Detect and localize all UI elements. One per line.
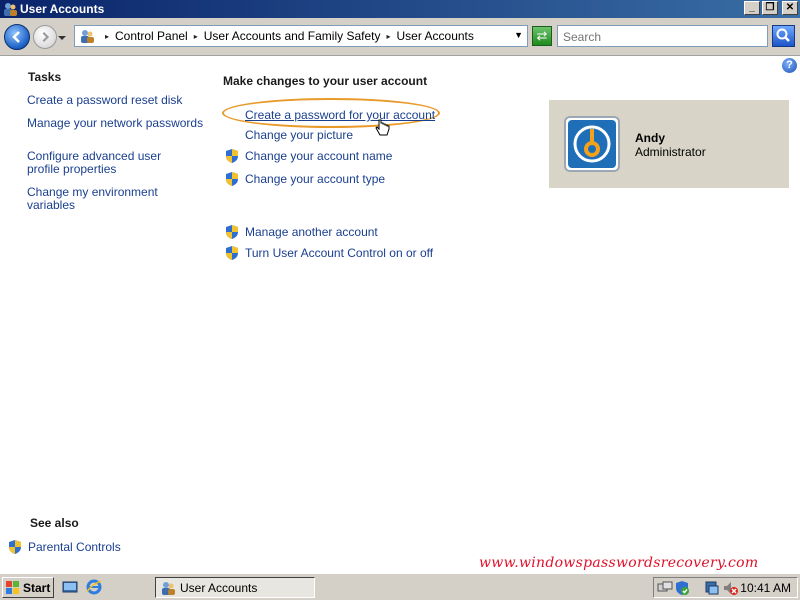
network-icon[interactable] [657, 580, 673, 596]
uac-shield-icon [226, 172, 238, 186]
page-title: Make changes to your user account [223, 74, 428, 88]
start-label: Start [23, 580, 51, 595]
address-bar[interactable]: ▸ Control Panel ▸ User Accounts and Fami… [74, 25, 528, 47]
windows-logo-icon [6, 580, 19, 594]
recent-pages-dropdown-icon[interactable] [58, 34, 66, 42]
chevron-right-icon[interactable]: ▸ [105, 32, 109, 41]
search-icon [776, 28, 790, 42]
refresh-button[interactable]: ⇄ [532, 26, 552, 46]
search-input[interactable] [561, 27, 765, 47]
shield-icon [9, 540, 21, 554]
user-accounts-icon [162, 581, 175, 595]
task-manage-network-passwords[interactable]: Manage your network passwords [27, 117, 207, 130]
internet-explorer-icon[interactable] [86, 579, 102, 595]
back-button[interactable] [4, 24, 30, 50]
create-password-label: Create a password for your account [245, 108, 436, 122]
task-configure-profile-properties[interactable]: Configure advanced user profile properti… [27, 150, 195, 176]
taskbar-user-accounts-button[interactable]: User Accounts [155, 577, 315, 598]
volume-muted-icon[interactable] [722, 580, 738, 596]
chevron-right-icon[interactable]: ▸ [387, 32, 391, 41]
see-also-heading: See also [30, 516, 79, 530]
window-title: User Accounts [20, 2, 105, 16]
task-create-password-reset-disk[interactable]: Create a password reset disk [27, 94, 207, 107]
change-account-type-label: Change your account type [245, 172, 386, 186]
breadcrumb-user-accounts[interactable]: User Accounts [397, 29, 474, 43]
breadcrumb-control-panel[interactable]: Control Panel [115, 29, 188, 43]
security-center-icon[interactable] [674, 580, 690, 596]
manage-another-account-link[interactable]: Manage another account [224, 224, 378, 240]
connection-icon[interactable] [704, 580, 720, 596]
change-account-name-link[interactable]: Change your account name [224, 148, 392, 164]
show-desktop-icon[interactable] [62, 579, 78, 595]
parental-controls-label: Parental Controls [28, 540, 121, 554]
create-password-link[interactable]: Create a password for your account [224, 107, 435, 123]
change-picture-label: Change your picture [245, 128, 354, 142]
search-field[interactable] [557, 25, 768, 47]
user-accounts-icon [4, 3, 17, 16]
turn-uac-on-off-label: Turn User Account Control on or off [245, 246, 434, 260]
uac-shield-icon [226, 149, 238, 163]
uac-shield-icon [226, 246, 238, 260]
control-panel-icon [81, 30, 94, 43]
account-name: Andy [635, 131, 665, 145]
system-tray: 10:41 AM [653, 577, 798, 598]
breadcrumb-user-accounts-family-safety[interactable]: User Accounts and Family Safety [204, 29, 381, 43]
tasks-heading: Tasks [28, 70, 62, 84]
taskbar: Start User Accounts 10:41 AM [0, 573, 800, 600]
chevron-right-icon[interactable]: ▸ [194, 32, 198, 41]
parental-controls-link[interactable]: Parental Controls [7, 539, 121, 555]
navigation-bar: ▸ Control Panel ▸ User Accounts and Fami… [0, 18, 800, 56]
restore-button[interactable]: ❐ [762, 1, 778, 15]
help-icon[interactable]: ? [782, 58, 797, 73]
arrow-right-icon [42, 31, 50, 43]
watermark: www.windowspasswordsrecovery.com [479, 555, 759, 571]
avatar [564, 116, 620, 172]
manage-another-account-label: Manage another account [245, 225, 378, 239]
minimize-button[interactable]: _ [744, 1, 760, 15]
task-change-environment-variables[interactable]: Change my environment variables [27, 186, 207, 212]
hand-cursor-icon [375, 119, 390, 136]
search-button[interactable] [772, 25, 795, 47]
account-tile: Andy Administrator [549, 100, 789, 188]
start-button[interactable]: Start [2, 577, 54, 598]
close-button[interactable]: ✕ [782, 1, 798, 15]
refresh-icon: ⇄ [536, 28, 548, 43]
tasks-pane: Tasks Create a password reset disk Manag… [0, 57, 215, 572]
key-icon [568, 120, 616, 168]
clock[interactable]: 10:41 AM [740, 581, 791, 595]
turn-uac-on-off-link[interactable]: Turn User Account Control on or off [224, 245, 433, 261]
account-role: Administrator [635, 145, 706, 159]
change-picture-link[interactable]: Change your picture [224, 127, 353, 143]
title-bar: User Accounts _ ❐ ✕ [0, 0, 800, 18]
change-account-type-link[interactable]: Change your account type [224, 171, 385, 187]
forward-button[interactable] [33, 25, 57, 49]
uac-shield-icon [226, 225, 238, 239]
taskbar-user-accounts-label: User Accounts [180, 580, 258, 595]
chevron-down-icon[interactable]: ▼ [514, 30, 523, 40]
change-account-name-label: Change your account name [245, 149, 393, 163]
arrow-left-icon [12, 31, 20, 43]
